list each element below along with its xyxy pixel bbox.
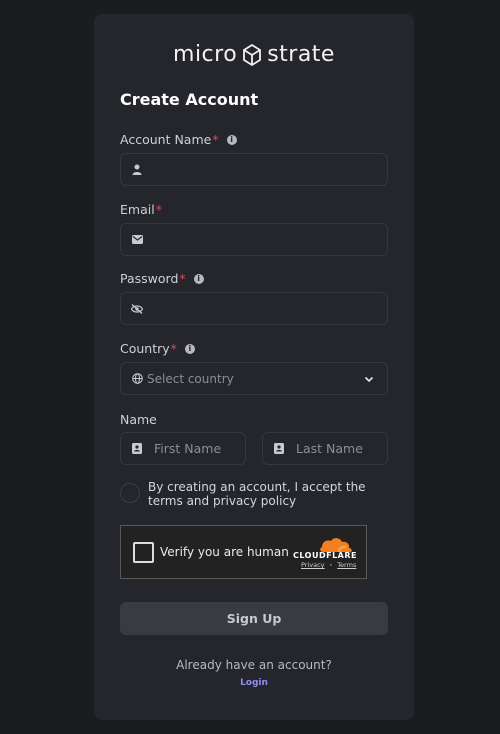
captcha-privacy-link[interactable]: Privacy (301, 561, 325, 569)
eye-off-icon[interactable] (131, 303, 143, 315)
last-name-input[interactable] (296, 433, 452, 464)
account-name-field (120, 153, 388, 186)
info-icon[interactable]: i (193, 273, 204, 284)
password-field (120, 292, 388, 325)
login-link[interactable]: Login (94, 678, 414, 688)
country-select-value: Select country (147, 371, 234, 386)
page-title: Create Account (120, 90, 259, 109)
globe-icon (131, 373, 143, 385)
terms-checkbox[interactable] (120, 483, 140, 503)
brand-left: micro (173, 42, 238, 67)
captcha-separator: · (329, 561, 333, 569)
captcha-terms-link[interactable]: Terms (337, 561, 356, 569)
logo-mark-icon (243, 43, 262, 66)
email-field (120, 223, 388, 256)
mail-icon (131, 234, 143, 246)
country-select[interactable]: Select country (120, 362, 388, 395)
captcha-links: Privacy · Terms (301, 561, 356, 569)
name-label-text: Name (120, 412, 157, 427)
user-icon (131, 164, 143, 176)
last-name-field (262, 432, 452, 465)
brand-logo: micro strate (94, 42, 414, 67)
email-label: Email * (120, 202, 162, 217)
info-icon[interactable]: i (184, 343, 195, 354)
captcha-checkbox[interactable] (133, 542, 154, 563)
chevron-down-icon (364, 376, 374, 382)
terms-row: By creating an account, I accept the ter… (120, 480, 390, 508)
name-label: Name (120, 412, 157, 427)
brand-right: strate (267, 42, 335, 67)
account-name-input[interactable] (151, 154, 387, 185)
id-card-icon (132, 443, 142, 455)
info-icon[interactable]: i (226, 134, 237, 145)
first-name-field (120, 432, 310, 465)
email-input[interactable] (151, 224, 387, 255)
account-name-label-text: Account Name (120, 132, 212, 147)
password-label-text: Password (120, 271, 179, 286)
required-marker: * (212, 132, 219, 147)
password-label: Password * i (120, 271, 204, 286)
account-name-label: Account Name * i (120, 132, 237, 147)
already-have-account-text: Already have an account? (176, 658, 332, 672)
required-marker: * (179, 271, 186, 286)
required-marker: * (170, 341, 177, 356)
signup-card: micro strate Create Account Account Name… (94, 14, 452, 720)
id-card-icon (274, 443, 284, 455)
sign-up-button[interactable]: Sign Up (120, 602, 388, 635)
terms-text: By creating an account, I accept the ter… (148, 480, 366, 508)
country-label: Country * i (120, 341, 195, 356)
email-label-text: Email (120, 202, 155, 217)
country-label-text: Country (120, 341, 170, 356)
required-marker: * (155, 202, 162, 217)
password-input[interactable] (151, 293, 387, 324)
captcha-label: Verify you are human (160, 545, 289, 559)
cloudflare-wordmark: CLOUDFLARE (293, 551, 357, 560)
captcha-widget: Verify you are human CLOUDFLARE Privacy … (120, 525, 367, 579)
